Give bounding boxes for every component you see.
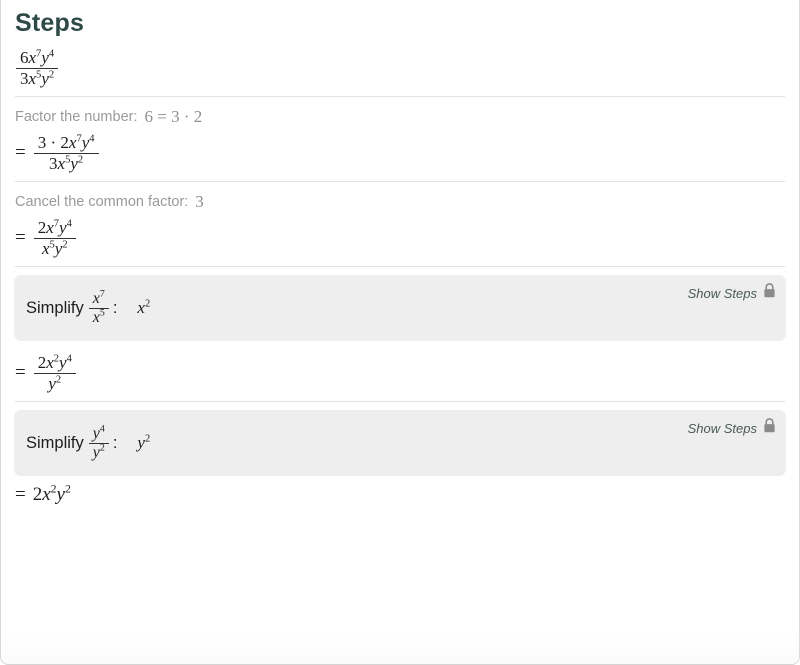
c1-res-exp: 2 bbox=[144, 298, 151, 310]
problem-fraction: 6x7y4 3x5y2 bbox=[15, 48, 59, 88]
a1-den-y: y bbox=[48, 373, 56, 393]
final-coef: 2 bbox=[32, 484, 43, 505]
lock-icon bbox=[763, 418, 776, 438]
step-label-text: Cancel the common factor: bbox=[15, 194, 189, 210]
equals-sign: = bbox=[15, 142, 26, 163]
s1-den-y-exp: 2 bbox=[77, 153, 84, 165]
a1-num-y: y bbox=[59, 353, 67, 373]
problem-den-x: x bbox=[28, 68, 37, 88]
problem-num-x: x bbox=[28, 48, 37, 68]
step-result-factor: = 3 · 2x7y4 3x5y2 bbox=[1, 127, 799, 181]
step-fraction: 2x2y4 y2 bbox=[33, 353, 77, 393]
simplify-fraction: y4 y2 bbox=[88, 423, 110, 462]
a1-num-y-exp: 4 bbox=[66, 353, 72, 365]
show-steps-label: Show Steps bbox=[687, 420, 757, 436]
simplify-card: Simplify y4 y2 : y2 Show Steps bbox=[14, 410, 786, 476]
show-steps-label: Show Steps bbox=[687, 285, 757, 301]
problem-den-y: y bbox=[41, 68, 49, 88]
a1-den-y-exp: 2 bbox=[55, 373, 62, 385]
c2-den-base: y bbox=[92, 443, 100, 461]
s1-num-lead: 3 · bbox=[37, 133, 57, 153]
a1-num-coef: 2 bbox=[37, 353, 47, 373]
lock-icon bbox=[763, 283, 776, 303]
simplify-fraction: x7 x5 bbox=[88, 288, 110, 327]
c2-num-exp: 4 bbox=[99, 423, 105, 435]
equals-sign: = bbox=[15, 484, 26, 505]
a1-num-x: x bbox=[46, 353, 54, 373]
s2-den-x: x bbox=[41, 238, 50, 258]
simplify-statement: Simplify y4 y2 : y2 bbox=[26, 410, 150, 476]
problem-num-y: y bbox=[41, 48, 49, 68]
simplify-card: Simplify x7 x5 : x2 Show Steps bbox=[14, 275, 786, 341]
show-steps-button[interactable]: Show Steps bbox=[688, 418, 776, 438]
simplify-colon: : bbox=[112, 298, 118, 317]
simplify-statement: Simplify x7 x5 : x2 bbox=[26, 275, 150, 341]
problem-den-y-exp: 2 bbox=[48, 68, 55, 80]
show-steps-button[interactable]: Show Steps bbox=[688, 283, 776, 303]
step-label-math: 6 = 3 · 2 bbox=[144, 107, 203, 126]
c2-den-exp: 2 bbox=[99, 442, 105, 454]
c2-res-exp: 2 bbox=[144, 433, 151, 445]
s1-den-x: x bbox=[57, 153, 66, 173]
simplify-result: y2 bbox=[137, 433, 150, 453]
c1-den-base: x bbox=[92, 308, 100, 326]
c1-res-base: x bbox=[137, 298, 145, 317]
step-label-text: Factor the number: bbox=[15, 109, 138, 125]
step-result-cancel: = 2x7y4 x5y2 bbox=[1, 212, 799, 266]
s2-den-y-exp: 2 bbox=[62, 238, 68, 250]
final-y: y bbox=[56, 484, 65, 505]
c1-num-base: x bbox=[92, 289, 100, 307]
s2-num-coef: 2 bbox=[37, 218, 47, 238]
final-expression: 2x2y2 bbox=[32, 482, 71, 506]
step-fraction: 3 · 2x7y4 3x5y2 bbox=[33, 133, 100, 173]
c1-num-exp: 7 bbox=[99, 288, 105, 300]
s2-num-y-exp: 4 bbox=[66, 218, 72, 230]
s1-num-y-exp: 4 bbox=[89, 133, 95, 145]
simplify-label: Simplify bbox=[26, 298, 84, 317]
s1-num-coef: 2 bbox=[60, 133, 69, 153]
step-label-math: 3 bbox=[195, 192, 204, 211]
s1-den-y: y bbox=[70, 153, 78, 173]
c2-num-base: y bbox=[92, 424, 100, 442]
problem-num-y-exp: 4 bbox=[48, 48, 55, 60]
divider bbox=[15, 266, 785, 267]
simplify-label: Simplify bbox=[26, 433, 84, 452]
simplify-result: x2 bbox=[137, 298, 150, 318]
final-x: x bbox=[42, 484, 51, 505]
problem-expression: 6x7y4 3x5y2 bbox=[1, 38, 799, 96]
step-result-after-card1: = 2x2y4 y2 bbox=[1, 341, 799, 401]
final-y-exp: 2 bbox=[64, 482, 71, 496]
problem-den-coef: 3 bbox=[20, 68, 29, 88]
final-answer: = 2x2y2 bbox=[1, 476, 799, 506]
simplify-colon: : bbox=[112, 433, 118, 452]
problem-num-coef: 6 bbox=[20, 48, 29, 68]
page-title: Steps bbox=[15, 9, 85, 37]
step-label-cancel: Cancel the common factor: 3 bbox=[1, 182, 799, 212]
step-label-factor: Factor the number: 6 = 3 · 2 bbox=[1, 97, 799, 127]
equals-sign: = bbox=[15, 362, 26, 383]
s2-num-y: y bbox=[59, 218, 67, 238]
equals-sign: = bbox=[15, 227, 26, 248]
s2-num-x: x bbox=[46, 218, 54, 238]
step-fraction: 2x7y4 x5y2 bbox=[33, 218, 77, 258]
steps-panel: Steps 6x7y4 3x5y2 Factor the number: 6 =… bbox=[0, 0, 800, 665]
c1-den-exp: 5 bbox=[99, 307, 105, 319]
s1-den-coef: 3 bbox=[49, 153, 58, 173]
divider bbox=[15, 401, 785, 402]
c2-res-base: y bbox=[137, 433, 145, 452]
